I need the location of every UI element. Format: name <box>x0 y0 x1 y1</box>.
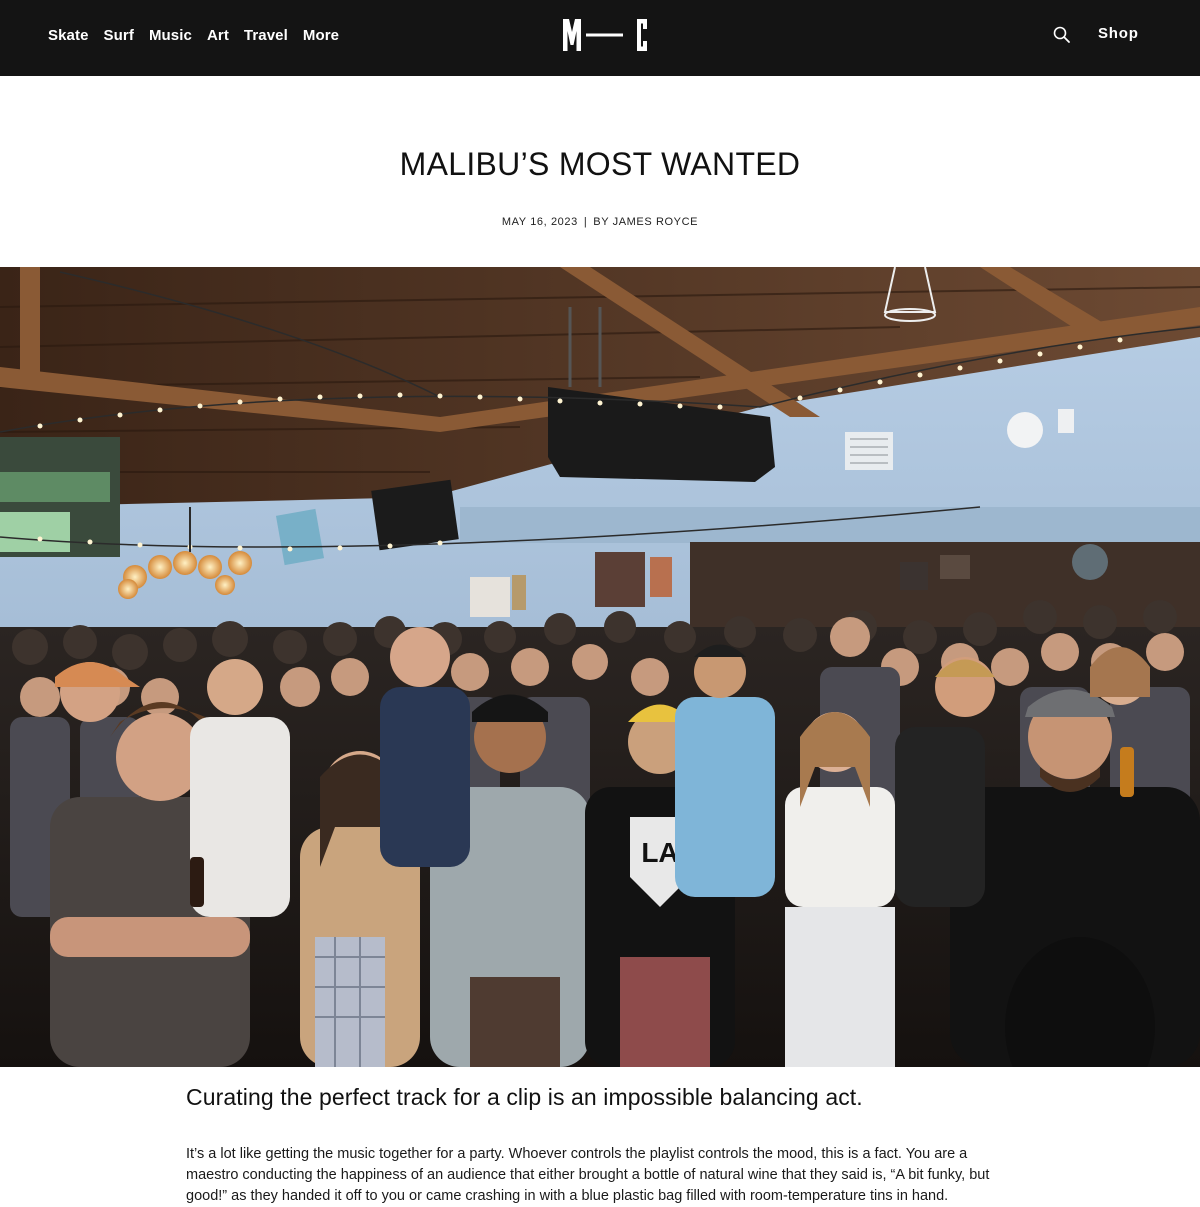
article-lead: Curating the perfect track for a clip is… <box>186 1084 863 1110</box>
logo-mark <box>563 19 647 51</box>
main-nav: Skate Surf Music Art Travel More <box>48 0 339 70</box>
hero-image: LA <box>0 267 1200 1067</box>
nav-item-more[interactable]: More <box>303 27 339 44</box>
article-body: It’s a lot like getting the music togeth… <box>186 1146 990 1204</box>
search-icon[interactable] <box>1052 25 1072 45</box>
nav-item-art[interactable]: Art <box>207 27 229 44</box>
shop-link[interactable]: Shop <box>1098 25 1139 42</box>
meta-separator: | <box>583 216 588 228</box>
nav-item-surf[interactable]: Surf <box>104 27 134 44</box>
site-header: Skate Surf Music Art Travel More Shop <box>0 0 1200 76</box>
article-date: MAY 16, 2023 <box>501 216 578 228</box>
nav-item-travel[interactable]: Travel <box>244 27 288 44</box>
nav-item-skate[interactable]: Skate <box>48 27 89 44</box>
article-meta: MAY 16, 2023 | BY JAMES ROYCE <box>0 216 1200 228</box>
svg-text:LA: LA <box>641 837 678 868</box>
article-title: MALIBU’S MOST WANTED <box>399 146 801 182</box>
nav-item-music[interactable]: Music <box>149 27 192 44</box>
article-author[interactable]: BY JAMES ROYCE <box>593 216 698 228</box>
site-logo[interactable] <box>561 18 651 52</box>
